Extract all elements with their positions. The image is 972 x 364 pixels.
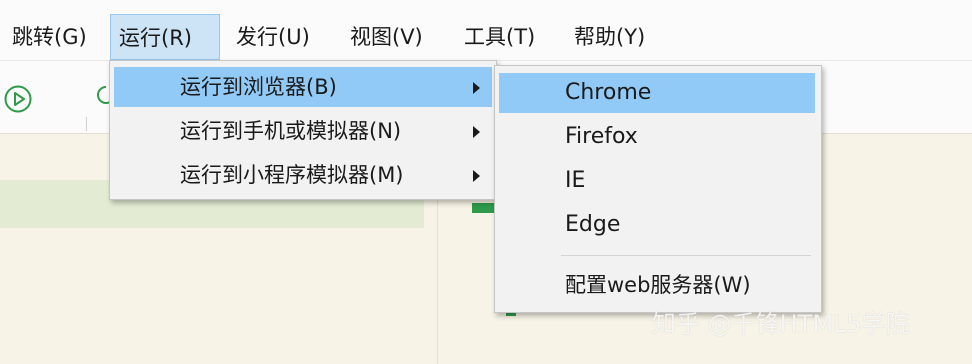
menu-view[interactable]: 视图(V) [342,14,431,60]
run-to-miniprogram-label: 运行到小程序模拟器(M) [180,163,404,187]
menu-publish[interactable]: 发行(U) [228,14,318,60]
run-icon[interactable] [3,84,33,114]
run-to-device-item[interactable]: 运行到手机或模拟器(N) [114,111,492,151]
menu-jump[interactable]: 跳转(G) [4,14,95,60]
browser-edge-item[interactable]: Edge [499,205,815,245]
toolbar-separator [86,117,87,131]
run-to-miniprogram-item[interactable]: 运行到小程序模拟器(M) [114,155,492,195]
menu-tools[interactable]: 工具(T) [456,14,543,60]
menu-bar: 跳转(G) 运行(R) 发行(U) 视图(V) 工具(T) 帮助(Y) [0,0,972,61]
browser-ie-item[interactable]: IE [499,161,815,201]
run-to-device-label: 运行到手机或模拟器(N) [180,119,402,143]
submenu-arrow-icon [473,170,480,182]
run-to-browser-item[interactable]: 运行到浏览器(B) [114,67,492,107]
configure-web-server-item[interactable]: 配置web服务器(W) [499,265,815,305]
watermark: 知乎 @千锋HTML5学院 [652,310,910,338]
submenu-arrow-icon [473,82,480,94]
browser-chrome-item[interactable]: Chrome [499,73,815,113]
menu-run[interactable]: 运行(R) [110,14,220,60]
run-to-browser-label: 运行到浏览器(B) [180,75,337,99]
run-menu: 运行到浏览器(B) 运行到手机或模拟器(N) 运行到小程序模拟器(M) [109,60,497,200]
browser-firefox-item[interactable]: Firefox [499,117,815,157]
browser-submenu: Chrome Firefox IE Edge 配置web服务器(W) [494,65,822,313]
menu-help[interactable]: 帮助(Y) [566,14,653,60]
submenu-separator [561,255,811,256]
submenu-arrow-icon [473,126,480,138]
